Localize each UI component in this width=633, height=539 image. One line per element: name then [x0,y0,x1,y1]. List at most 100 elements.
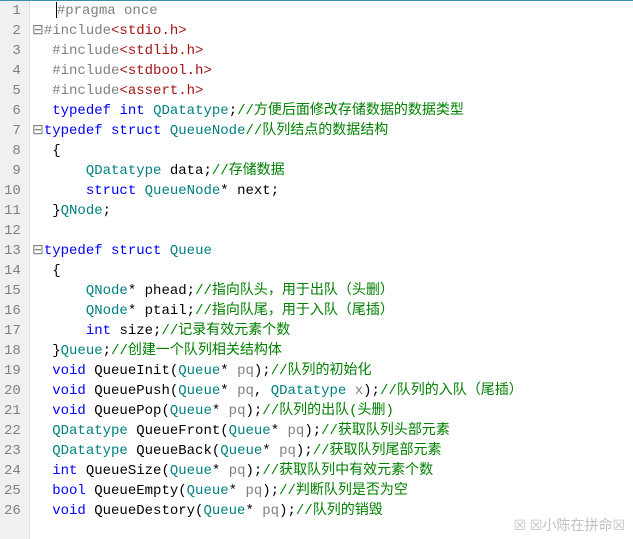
code-token: typedef [44,243,103,259]
code-token: QDatatype [153,103,229,119]
code-token [44,183,86,199]
code-line[interactable]: ⊟typedef struct QueueNode//队列结点的数据结构 [30,121,633,141]
code-line[interactable]: void QueuePush(Queue* pq, QDatatype x);/… [30,381,633,401]
code-line[interactable] [30,221,633,241]
code-token: * next; [220,183,279,199]
line-number: 22 [4,421,21,441]
code-line[interactable]: #include<stdlib.h> [30,41,633,61]
code-token: <stdio.h> [111,23,187,39]
code-token: //记录有效元素个数 [161,323,290,339]
code-area[interactable]: #pragma once⊟#include<stdio.h> #include<… [30,1,633,539]
code-token [103,123,111,139]
code-token: //队列结点的数据结构 [245,123,388,139]
code-token: QNode [61,203,103,219]
code-token: //存储数据 [212,163,285,179]
fold-icon[interactable]: ⊟ [32,21,44,41]
code-line[interactable]: QDatatype data;//存储数据 [30,161,633,181]
fold-icon [32,1,44,21]
code-token [44,63,52,79]
code-token: //获取队列中有效元素个数 [262,463,433,479]
code-token [103,243,111,259]
code-line[interactable]: QDatatype QueueFront(Queue* pq);//获取队列头部… [30,421,633,441]
code-token [44,383,52,399]
fold-icon[interactable]: ⊟ [32,121,44,141]
code-token: * [220,383,237,399]
code-editor[interactable]: 1234567891011121314151617181920212223242… [0,0,633,539]
fold-icon [32,221,44,241]
code-line[interactable]: { [30,261,633,281]
code-token: } [44,343,61,359]
code-line[interactable]: #pragma once [30,1,633,21]
code-token: //判断队列是否为空 [279,483,408,499]
code-token: ); [363,383,380,399]
code-token: QDatatype [271,383,347,399]
fold-icon [32,41,44,61]
code-line[interactable]: ⊟typedef struct Queue [30,241,633,261]
code-line[interactable]: void QueueDestory(Queue* pq);//队列的销毁 [30,501,633,521]
code-token: ; [229,103,237,119]
code-token: QueueNode [170,123,246,139]
fold-icon [32,461,44,481]
code-line[interactable]: }Queue;//创建一个队列相关结构体 [30,341,633,361]
code-token: //队列的初始化 [271,363,372,379]
code-token: ); [304,423,321,439]
code-line[interactable]: QDatatype QueueBack(Queue* pq);//获取队列尾部元… [30,441,633,461]
fold-icon[interactable]: ⊟ [32,241,44,261]
code-line[interactable]: int QueueSize(Queue* pq);//获取队列中有效元素个数 [30,461,633,481]
fold-icon [32,381,44,401]
code-line[interactable]: #include<assert.h> [30,81,633,101]
code-token: int [52,463,77,479]
code-line[interactable]: QNode* phead;//指向队头，用于出队（头删） [30,281,633,301]
code-token: ); [254,363,271,379]
code-line[interactable]: void QueuePop(Queue* pq);//队列的出队(头删) [30,401,633,421]
code-token: pq [262,503,279,519]
code-token [44,443,52,459]
code-token [161,123,169,139]
code-token: //队列的入队（尾插） [380,383,523,399]
code-token: * phead; [128,283,195,299]
line-number: 9 [4,161,21,181]
fold-icon [32,101,44,121]
line-number: 4 [4,61,21,81]
code-line[interactable]: QNode* ptail;//指向队尾，用于入队（尾插） [30,301,633,321]
code-token: typedef [44,123,103,139]
line-number: 5 [4,81,21,101]
code-token: QueueInit( [86,363,178,379]
line-number: 16 [4,301,21,321]
line-number: 17 [4,321,21,341]
code-token: QueueSize( [77,463,169,479]
code-line[interactable]: bool QueueEmpty(Queue* pq);//判断队列是否为空 [30,481,633,501]
code-token: <stdlib.h> [119,43,203,59]
code-token: QueuePop( [86,403,170,419]
code-line[interactable]: int size;//记录有效元素个数 [30,321,633,341]
code-token: <assert.h> [119,83,203,99]
code-line[interactable]: struct QueueNode* next; [30,181,633,201]
line-number: 1 [4,1,21,21]
line-number: 14 [4,261,21,281]
code-token [44,503,52,519]
code-token: ; [103,203,111,219]
code-token: //指向队头，用于出队（头删） [195,283,394,299]
code-token [44,423,52,439]
line-number: 11 [4,201,21,221]
code-token: ); [246,463,263,479]
code-token: * [212,463,229,479]
fold-icon [32,201,44,221]
code-token: QueueFront( [128,423,229,439]
code-token: QueueEmpty( [86,483,187,499]
line-number: 24 [4,461,21,481]
code-line[interactable]: typedef int QDatatype;//方便后面修改存储数据的数据类型 [30,101,633,121]
code-line[interactable]: }QNode; [30,201,633,221]
code-token: //队列的销毁 [296,503,383,519]
code-line[interactable]: { [30,141,633,161]
code-token [44,403,52,419]
code-token [44,323,86,339]
line-number: 2 [4,21,21,41]
code-line[interactable]: #include<stdbool.h> [30,61,633,81]
code-token [44,163,86,179]
fold-icon [32,501,44,521]
code-line[interactable]: void QueueInit(Queue* pq);//队列的初始化 [30,361,633,381]
code-token: #include [44,23,111,39]
code-line[interactable]: ⊟#include<stdio.h> [30,21,633,41]
line-number: 21 [4,401,21,421]
